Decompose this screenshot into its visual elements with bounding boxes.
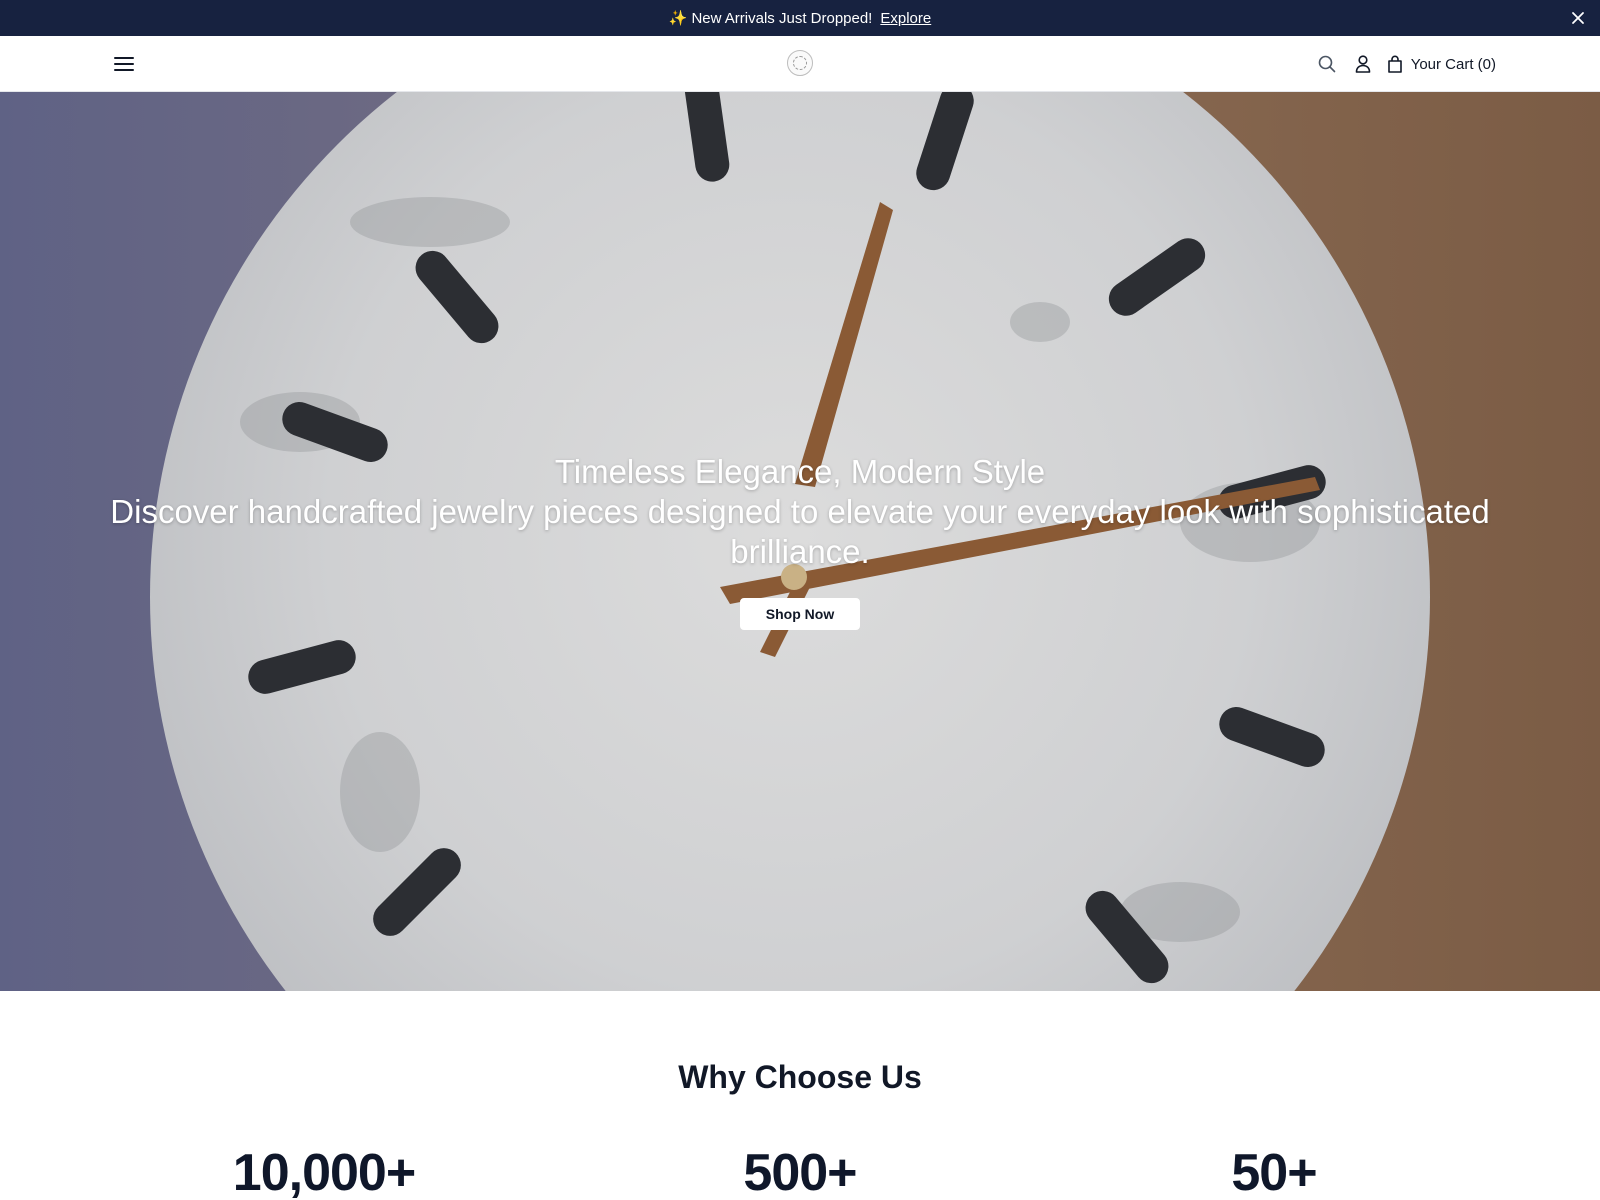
hero-banner: Timeless Elegance, Modern Style Discover…	[0, 92, 1600, 991]
hero-heading: Timeless Elegance, Modern Style Discover…	[100, 452, 1500, 572]
hamburger-icon	[114, 57, 134, 71]
why-choose-us-section: Why Choose Us 10,000+ 500+ 50+	[0, 991, 1600, 1200]
search-icon	[1318, 55, 1335, 73]
hero-subtitle: Discover handcrafted jewelry pieces desi…	[110, 493, 1490, 570]
header-actions: Your Cart (0)	[1315, 52, 1496, 76]
site-header: Your Cart (0)	[0, 36, 1600, 92]
stat-value: 50+	[1231, 1144, 1317, 1200]
search-button[interactable]	[1315, 52, 1339, 76]
account-button[interactable]	[1351, 52, 1375, 76]
logo-mark	[793, 56, 807, 70]
shopping-bag-icon	[1387, 55, 1402, 73]
menu-button[interactable]	[112, 52, 136, 76]
shop-now-button[interactable]: Shop Now	[740, 598, 860, 630]
stat-value: 500+	[743, 1144, 857, 1200]
user-icon	[1355, 55, 1370, 73]
stat-value: 10,000+	[232, 1144, 416, 1200]
sparkle-icon: ✨	[668, 10, 688, 27]
explore-link[interactable]: Explore	[880, 10, 931, 27]
hero-title: Timeless Elegance, Modern Style	[554, 453, 1046, 490]
announcement-bar: ✨ New Arrivals Just Dropped! Explore	[0, 0, 1600, 36]
close-icon	[1572, 12, 1584, 24]
announcement-text: New Arrivals Just Dropped!	[691, 9, 873, 27]
section-title: Why Choose Us	[678, 1059, 922, 1095]
site-logo[interactable]	[787, 50, 813, 76]
cart-label: Your Cart (0)	[1410, 55, 1496, 73]
cart-button[interactable]: Your Cart (0)	[1387, 55, 1496, 73]
close-announcement-button[interactable]	[1568, 8, 1588, 28]
